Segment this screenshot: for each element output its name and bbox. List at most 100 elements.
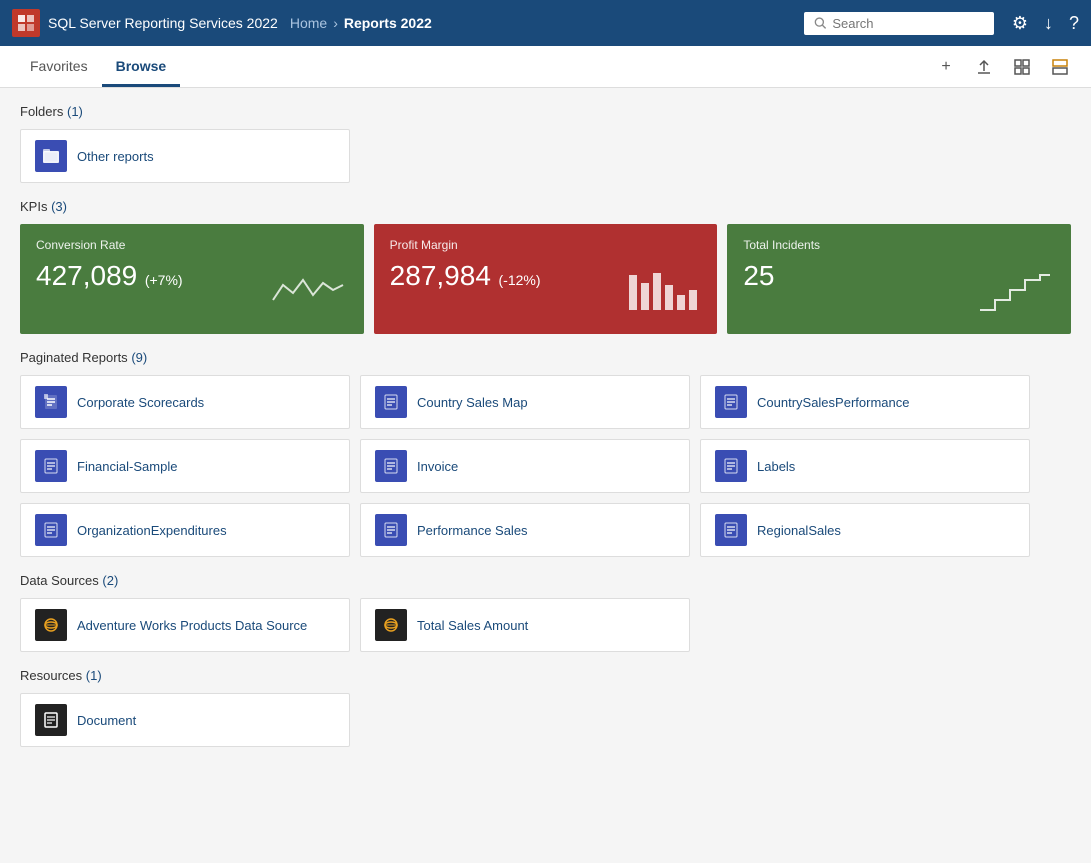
report-icon xyxy=(35,386,67,418)
kpis-grid: Conversion Rate 427,089 (+7%) Profit Mar… xyxy=(20,224,1071,334)
folder-icon xyxy=(35,140,67,172)
folders-grid: Other reports xyxy=(20,129,1071,183)
folders-count: (1) xyxy=(67,104,83,119)
datasource-name-adventure-works: Adventure Works Products Data Source xyxy=(77,618,307,633)
kpi-conversion-change: (+7%) xyxy=(145,272,183,288)
detail-view-icon xyxy=(1052,59,1068,75)
report-card-performance-sales[interactable]: Performance Sales xyxy=(360,503,690,557)
report-name-corporate-scorecards: Corporate Scorecards xyxy=(77,395,204,410)
datasources-label: Data Sources xyxy=(20,573,99,588)
report-name-country-sales-performance: CountrySalesPerformance xyxy=(757,395,909,410)
report-card-regional-sales[interactable]: RegionalSales xyxy=(700,503,1030,557)
search-icon xyxy=(814,16,826,30)
report-name-performance-sales: Performance Sales xyxy=(417,523,528,538)
breadcrumb-current: Reports 2022 xyxy=(344,15,432,31)
report-icon xyxy=(715,514,747,546)
report-name-regional-sales: RegionalSales xyxy=(757,523,841,538)
kpi-incidents-label: Total Incidents xyxy=(743,238,1055,252)
resources-grid: Document xyxy=(20,693,1071,747)
resource-card-document[interactable]: Document xyxy=(20,693,350,747)
profit-sparkline xyxy=(621,265,701,315)
resources-section-header: Resources (1) xyxy=(20,668,1071,683)
report-icon xyxy=(35,450,67,482)
report-svg-icon4 xyxy=(43,458,59,474)
report-icon xyxy=(375,514,407,546)
tab-actions: + xyxy=(931,52,1075,82)
incidents-sparkline xyxy=(975,265,1055,315)
kpis-count: (3) xyxy=(51,199,67,214)
resources-label: Resources xyxy=(20,668,82,683)
reports-grid: Corporate Scorecards Country Sales Map xyxy=(20,375,1071,557)
report-svg-icon6 xyxy=(723,458,739,474)
settings-icon[interactable]: ⚙ xyxy=(1012,13,1028,34)
kpi-profit-number: 287,984 xyxy=(390,260,491,291)
datasource-card-adventure-works[interactable]: Adventure Works Products Data Source xyxy=(20,598,350,652)
kpi-conversion-chart xyxy=(268,265,348,318)
folders-label: Folders xyxy=(20,104,63,119)
folder-name-other-reports: Other reports xyxy=(77,149,154,164)
kpi-card-incidents[interactable]: Total Incidents 25 xyxy=(727,224,1071,334)
app-header: SQL Server Reporting Services 2022 Home … xyxy=(0,0,1091,46)
report-icon xyxy=(715,450,747,482)
tab-favorites[interactable]: Favorites xyxy=(16,48,102,87)
datasource-card-total-sales[interactable]: Total Sales Amount xyxy=(360,598,690,652)
kpi-incidents-number: 25 xyxy=(743,260,774,291)
tabs-bar: Favorites Browse + xyxy=(0,46,1091,88)
search-input[interactable] xyxy=(832,16,984,31)
report-svg-icon3 xyxy=(723,394,739,410)
download-icon[interactable]: ↓ xyxy=(1044,13,1053,34)
app-title: SQL Server Reporting Services 2022 xyxy=(48,15,278,31)
report-name-invoice: Invoice xyxy=(417,459,458,474)
kpis-section-header: KPIs (3) xyxy=(20,199,1071,214)
tile-view-button[interactable] xyxy=(1007,52,1037,82)
folder-svg-icon xyxy=(42,147,60,165)
conversion-sparkline xyxy=(268,265,348,315)
tab-browse[interactable]: Browse xyxy=(102,48,181,87)
resource-name-document: Document xyxy=(77,713,136,728)
upload-icon xyxy=(976,59,992,75)
folders-section-header: Folders (1) xyxy=(20,104,1071,119)
report-card-country-sales-map[interactable]: Country Sales Map xyxy=(360,375,690,429)
report-card-corporate-scorecards[interactable]: Corporate Scorecards xyxy=(20,375,350,429)
resource-svg-icon xyxy=(43,712,59,728)
report-name-labels: Labels xyxy=(757,459,795,474)
detail-view-button[interactable] xyxy=(1045,52,1075,82)
app-logo xyxy=(12,9,40,37)
report-icon xyxy=(35,514,67,546)
kpi-profit-chart xyxy=(621,265,701,318)
report-card-labels[interactable]: Labels xyxy=(700,439,1030,493)
folder-card-other-reports[interactable]: Other reports xyxy=(20,129,350,183)
breadcrumb-separator: › xyxy=(333,15,338,31)
resources-count: (1) xyxy=(86,668,102,683)
report-card-invoice[interactable]: Invoice xyxy=(360,439,690,493)
report-card-financial-sample[interactable]: Financial-Sample xyxy=(20,439,350,493)
report-svg-icon8 xyxy=(383,522,399,538)
search-box[interactable] xyxy=(804,12,994,35)
breadcrumb-home[interactable]: Home xyxy=(290,15,327,31)
help-icon[interactable]: ? xyxy=(1069,13,1079,34)
report-card-country-sales-performance[interactable]: CountrySalesPerformance xyxy=(700,375,1030,429)
datasources-count: (2) xyxy=(102,573,118,588)
kpi-conversion-label: Conversion Rate xyxy=(36,238,348,252)
datasources-section-header: Data Sources (2) xyxy=(20,573,1071,588)
report-svg-icon xyxy=(43,394,59,410)
datasource-svg-icon2 xyxy=(383,617,399,633)
kpi-card-profit[interactable]: Profit Margin 287,984 (-12%) xyxy=(374,224,718,334)
report-svg-icon7 xyxy=(43,522,59,538)
upload-button[interactable] xyxy=(969,52,999,82)
kpi-profit-change: (-12%) xyxy=(499,272,541,288)
report-name-financial-sample: Financial-Sample xyxy=(77,459,177,474)
report-svg-icon5 xyxy=(383,458,399,474)
datasource-icon xyxy=(375,609,407,641)
paginated-count: (9) xyxy=(131,350,147,365)
new-button[interactable]: + xyxy=(931,52,961,82)
report-icon xyxy=(715,386,747,418)
report-card-org-expenditures[interactable]: OrganizationExpenditures xyxy=(20,503,350,557)
report-name-country-sales-map: Country Sales Map xyxy=(417,395,528,410)
report-svg-icon9 xyxy=(723,522,739,538)
paginated-section-header: Paginated Reports (9) xyxy=(20,350,1071,365)
datasource-svg-icon xyxy=(43,617,59,633)
header-icons: ⚙ ↓ ? xyxy=(1012,13,1079,34)
datasource-name-total-sales: Total Sales Amount xyxy=(417,618,528,633)
kpi-card-conversion[interactable]: Conversion Rate 427,089 (+7%) xyxy=(20,224,364,334)
